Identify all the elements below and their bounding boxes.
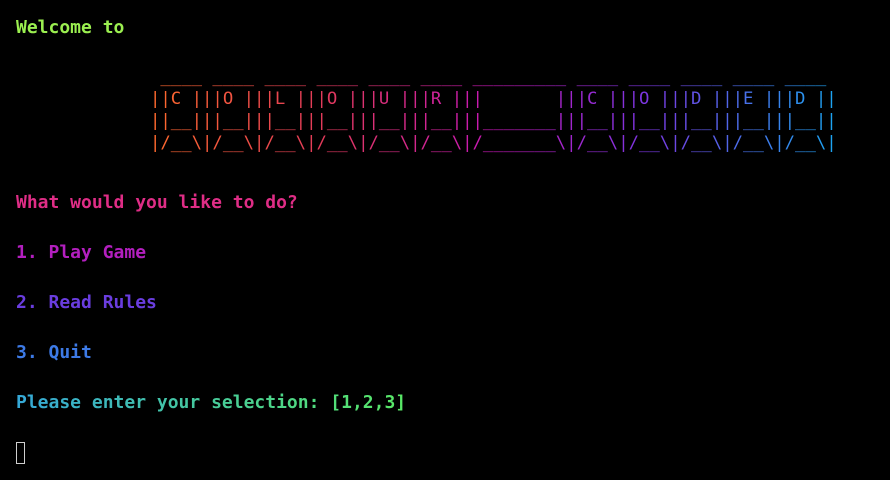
menu-prompt: What would you like to do? [16, 192, 298, 213]
colour-coded-ascii-banner: ____ ____ ____ ____ ____ ____ _________ … [150, 66, 837, 154]
welcome-text: Welcome to [16, 17, 125, 38]
terminal-input-cursor[interactable] [16, 442, 25, 464]
selection-prompt: Please enter your selection: [1,2,3] [16, 392, 407, 413]
menu-item-play-game: 1. Play Game [16, 242, 147, 263]
menu-item-read-rules: 2. Read Rules [16, 292, 157, 313]
banner-line: ||__|||__|||__|||__|||__|||__|||_______|… [150, 111, 837, 131]
banner-line: ||C |||O |||L |||O |||U |||R ||| |||C ||… [150, 89, 837, 109]
terminal-window: Welcome to ____ ____ ____ ____ ____ ____… [0, 0, 890, 480]
menu-item-quit: 3. Quit [16, 342, 92, 363]
banner-line: |/__\|/__\|/__\|/__\|/__\|/__\|/_______\… [150, 133, 837, 153]
banner-line: ____ ____ ____ ____ ____ ____ _________ … [150, 67, 827, 87]
